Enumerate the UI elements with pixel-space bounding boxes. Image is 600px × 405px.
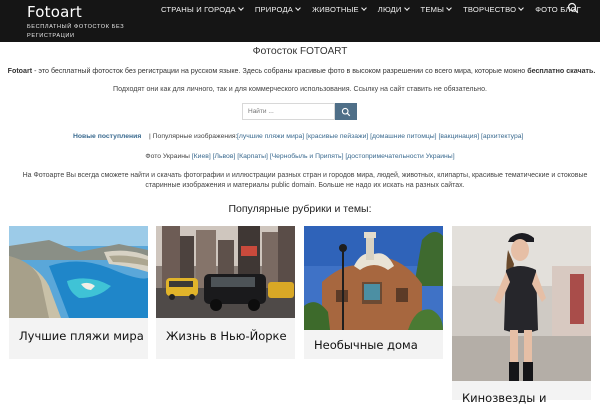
model-photo <box>452 226 591 381</box>
tag-link[interactable]: [Чернобыль и Припять] <box>270 153 344 160</box>
public-domain-link[interactable]: public domain <box>271 182 314 189</box>
tag-link[interactable]: [лучшие пляжи мира] <box>237 133 304 140</box>
beach-photo <box>9 226 148 318</box>
popular-label: | Популярные изображения: <box>149 133 238 140</box>
nav-item-label: ЛЮДИ <box>377 5 402 14</box>
page-title-main: Фотосток <box>252 45 298 57</box>
nav-item-label: ТЕМЫ <box>420 5 445 14</box>
category-card-new-york[interactable]: Жизнь в Нью-Йорке <box>156 226 295 359</box>
site-header: Fotoart Бесплатный фотосток без регистра… <box>0 0 600 42</box>
brand[interactable]: Fotoart Бесплатный фотосток без регистра… <box>27 4 137 41</box>
nav-item-nature[interactable]: ПРИРОДА <box>254 5 301 14</box>
nav-item-label: ПРИРОДА <box>254 5 294 14</box>
chevron-down-icon <box>360 5 367 11</box>
tag-link[interactable]: [достопримечательности Украины] <box>345 153 454 160</box>
nav-item-people[interactable]: ЛЮДИ <box>377 5 410 14</box>
main-nav: СТРАНЫ И ГОРОДА ПРИРОДА ЖИВОТНЫЕ ЛЮДИ ТЕ… <box>161 5 593 14</box>
site-tagline: Бесплатный фотосток без регистрации <box>27 24 125 39</box>
popular-tags: [лучшие пляжи мира] [красивые пейзажи] [… <box>237 133 523 140</box>
nav-item-animals[interactable]: ЖИВОТНЫЕ <box>312 5 367 14</box>
page-title-brand: FOTOART <box>300 46 348 57</box>
category-card-beaches[interactable]: Лучшие пляжи мира <box>9 226 148 359</box>
site-description: На Фотоарте Вы всегда сможете найти и ск… <box>16 171 594 190</box>
ukraine-label: Фото Украины <box>145 153 190 160</box>
tag-link[interactable]: [Карпаты] <box>237 153 268 160</box>
intro-bold: бесплатно скачать. <box>527 67 596 75</box>
chevron-down-icon <box>518 5 525 11</box>
tag-link[interactable]: [Львов] <box>213 153 236 160</box>
search-input[interactable] <box>242 103 335 120</box>
chevron-down-icon <box>403 5 410 11</box>
search-button[interactable] <box>335 103 357 120</box>
nav-item-label: СТРАНЫ И ГОРОДА <box>161 5 236 14</box>
tag-link[interactable]: [архитектура] <box>481 133 523 140</box>
tag-link[interactable]: [домашние питомцы] <box>370 133 436 140</box>
card-caption[interactable]: Необычные дома <box>314 338 418 352</box>
card-caption[interactable]: Кинозвезды и <box>462 391 546 405</box>
chevron-down-icon <box>237 5 244 11</box>
site-logo-title[interactable]: Fotoart <box>27 4 137 21</box>
new-arrivals-link[interactable]: Новые поступления <box>73 133 141 140</box>
chevron-down-icon <box>295 5 301 11</box>
description-line2a: старинные изображения и материалы <box>145 181 272 189</box>
category-card-movie-stars[interactable]: Кинозвезды и <box>452 226 591 405</box>
intro-body: - это бесплатный фотосток без регистраци… <box>32 67 528 75</box>
intro-text: Fotoart - это бесплатный фотосток без ре… <box>4 66 599 76</box>
nav-item-countries[interactable]: СТРАНЫ И ГОРОДА <box>161 5 244 14</box>
category-card-unusual-houses[interactable]: Необычные дома <box>304 226 443 359</box>
card-caption[interactable]: Лучшие пляжи мира <box>19 329 144 343</box>
card-caption[interactable]: Жизнь в Нью-Йорке <box>166 329 287 343</box>
search-icon[interactable] <box>567 2 579 14</box>
description-line1: На Фотоарте Вы всегда сможете найти и ск… <box>22 172 588 179</box>
ukraine-row: Фото Украины [Киев] [Львов] [Карпаты] [Ч… <box>0 153 600 160</box>
nav-item-creativity[interactable]: ТВОРЧЕСТВО <box>463 5 525 14</box>
new-york-photo <box>156 226 295 318</box>
house-photo <box>304 226 443 330</box>
intro-brand: Fotoart <box>7 67 33 75</box>
page-title: Фотосток FOTOART <box>0 45 600 57</box>
intro-subtext: Подходят они как для личного, так и для … <box>112 85 488 93</box>
search-icon <box>341 107 351 116</box>
tag-link[interactable]: [Киев] <box>192 153 211 160</box>
tag-link[interactable]: [вакцинация] <box>438 133 479 140</box>
tag-link[interactable]: [красивые пейзажи] <box>306 133 368 140</box>
nav-item-label: ЖИВОТНЫЕ <box>312 5 359 14</box>
nav-item-label: ТВОРЧЕСТВО <box>463 5 517 14</box>
nav-item-topics[interactable]: ТЕМЫ <box>421 5 452 14</box>
section-title: Популярные рубрики и темы: <box>228 203 372 215</box>
chevron-down-icon <box>446 5 452 11</box>
description-line2b: . Больше не надо их искать на разных сай… <box>314 181 465 189</box>
